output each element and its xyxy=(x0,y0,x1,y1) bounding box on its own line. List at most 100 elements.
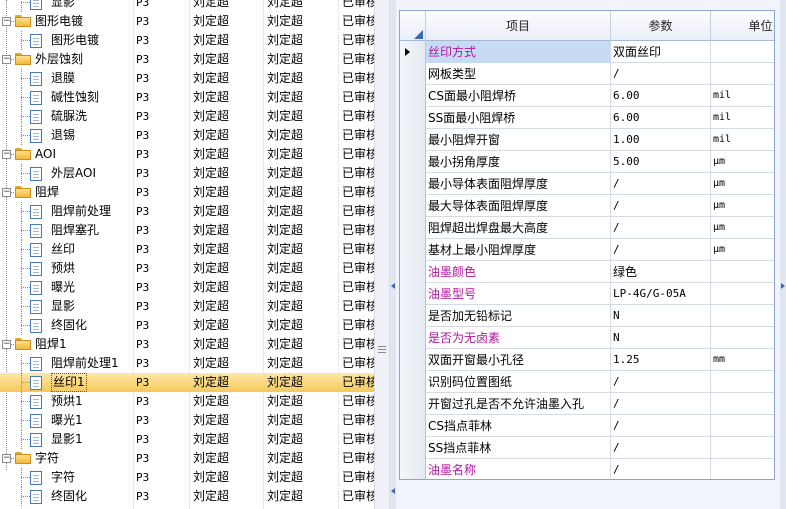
status-cell[interactable]: 已审核 xyxy=(342,107,374,126)
status-cell[interactable]: 已审核 xyxy=(342,316,374,335)
owner-cell[interactable]: 刘定超 xyxy=(193,335,261,354)
parameter-unit[interactable] xyxy=(711,327,774,349)
owner-cell[interactable]: 刘定超 xyxy=(193,392,261,411)
parameter-value[interactable]: 双面丝印 xyxy=(611,41,711,63)
process-code-cell[interactable]: P3 xyxy=(136,0,186,12)
row-indicator[interactable] xyxy=(400,63,426,85)
process-code-cell[interactable]: P3 xyxy=(136,107,186,126)
tree-node-label[interactable]: 显影1 xyxy=(51,430,83,449)
tree-leaf-row[interactable]: 丝印 P3 刘定超 刘定超 已审核 xyxy=(0,240,374,259)
parameter-value[interactable]: / xyxy=(611,239,711,261)
owner-cell[interactable]: 刘定超 xyxy=(193,373,261,392)
row-indicator[interactable] xyxy=(400,173,426,195)
parameter-value[interactable]: N xyxy=(611,305,711,327)
row-indicator[interactable] xyxy=(400,393,426,415)
tree-node-label[interactable]: 预烘 xyxy=(51,259,75,278)
tree-group-row[interactable]: − 字符 P3 刘定超 刘定超 已审核 xyxy=(0,449,374,468)
tree-node-label[interactable]: 外层蚀刻 xyxy=(35,50,83,69)
reviewer-cell[interactable]: 刘定超 xyxy=(267,183,335,202)
parameter-unit[interactable]: μm xyxy=(711,239,774,261)
status-cell[interactable]: 已审核 xyxy=(342,31,374,50)
tree-node[interactable]: 显影1 xyxy=(0,430,131,449)
reviewer-cell[interactable]: 刘定超 xyxy=(267,430,335,449)
collapse-toggle-icon[interactable]: − xyxy=(2,150,11,159)
process-code-cell[interactable]: P3 xyxy=(136,202,186,221)
parameter-row[interactable]: 油墨名称 / xyxy=(400,459,774,479)
process-code-cell[interactable]: P3 xyxy=(136,126,186,145)
tree-node[interactable]: 阻焊塞孔 xyxy=(0,221,131,240)
tree-group-row[interactable]: − 外层蚀刻 P3 刘定超 刘定超 已审核 xyxy=(0,50,374,69)
tree-node-label[interactable]: 硫脲洗 xyxy=(51,107,87,126)
tree-node-label[interactable]: AOI xyxy=(35,145,56,164)
tree-node[interactable]: 丝印1 xyxy=(0,373,131,392)
parameter-value[interactable]: / xyxy=(611,371,711,393)
tree-node[interactable]: 终固化 xyxy=(0,316,131,335)
tree-node[interactable]: 丝印 xyxy=(0,240,131,259)
status-cell[interactable]: 已审核 xyxy=(342,164,374,183)
parameter-row[interactable]: 识别码位置图纸 / xyxy=(400,371,774,393)
process-code-cell[interactable]: P3 xyxy=(136,316,186,335)
tree-node-label[interactable]: 阻焊塞孔 xyxy=(51,221,99,240)
status-cell[interactable]: 已审核 xyxy=(342,335,374,354)
tree-leaf-row[interactable]: 丝印1 P3 刘定超 刘定超 已审核 xyxy=(0,373,374,392)
row-indicator[interactable] xyxy=(400,85,426,107)
tree-leaf-row[interactable]: 阻焊塞孔 P3 刘定超 刘定超 已审核 xyxy=(0,221,374,240)
tree-node-label[interactable]: 显影 xyxy=(51,0,75,12)
status-cell[interactable]: 已审核 xyxy=(342,468,374,487)
parameter-row[interactable]: 是否加无铅标记 N xyxy=(400,305,774,327)
tree-leaf-row[interactable]: 终固化 P3 刘定超 刘定超 已审核 xyxy=(0,487,374,506)
parameter-value[interactable]: / xyxy=(611,393,711,415)
tree-node[interactable]: − 阻焊 xyxy=(0,183,131,202)
parameter-unit[interactable] xyxy=(711,393,774,415)
tree-leaf-row[interactable]: 阻焊前处理 P3 刘定超 刘定超 已审核 xyxy=(0,202,374,221)
collapse-toggle-icon[interactable]: − xyxy=(2,17,11,26)
parameter-value[interactable]: 1.00 xyxy=(611,129,711,151)
reviewer-cell[interactable]: 刘定超 xyxy=(267,316,335,335)
status-cell[interactable]: 已审核 xyxy=(342,183,374,202)
tree-node[interactable]: 阻焊前处理 xyxy=(0,202,131,221)
owner-cell[interactable]: 刘定超 xyxy=(193,240,261,259)
tree-node-label[interactable]: 丝印1 xyxy=(51,373,87,392)
tree-node-label[interactable]: 退锡 xyxy=(51,126,75,145)
tree-node-label[interactable]: 阻焊前处理1 xyxy=(51,354,119,373)
parameter-row[interactable]: 基材上最小阻焊厚度 / μm xyxy=(400,239,774,261)
owner-cell[interactable]: 刘定超 xyxy=(193,430,261,449)
parameter-unit[interactable] xyxy=(711,261,774,283)
tree-leaf-row[interactable]: 硫脲洗 P3 刘定超 刘定超 已审核 xyxy=(0,107,374,126)
process-code-cell[interactable]: P3 xyxy=(136,278,186,297)
reviewer-cell[interactable]: 刘定超 xyxy=(267,449,335,468)
status-cell[interactable]: 已审核 xyxy=(342,487,374,506)
parameter-unit[interactable] xyxy=(711,459,774,479)
reviewer-cell[interactable]: 刘定超 xyxy=(267,50,335,69)
status-cell[interactable]: 已审核 xyxy=(342,126,374,145)
parameter-value[interactable]: 绿色 xyxy=(611,261,711,283)
row-indicator[interactable] xyxy=(400,459,426,479)
status-cell[interactable]: 已审核 xyxy=(342,202,374,221)
row-indicator[interactable] xyxy=(400,107,426,129)
parameter-grid[interactable]: 项目 参数 单位 丝印方式 双面丝印 网板类型 / CS面最小阻焊桥 6.00 mil SS面… xyxy=(399,10,775,480)
reviewer-cell[interactable]: 刘定超 xyxy=(267,354,335,373)
status-cell[interactable]: 已审核 xyxy=(342,297,374,316)
reviewer-cell[interactable]: 刘定超 xyxy=(267,468,335,487)
tree-node-label[interactable]: 曝光 xyxy=(51,278,75,297)
owner-cell[interactable]: 刘定超 xyxy=(193,449,261,468)
parameter-row[interactable]: 开窗过孔是否不允许油墨入孔 / xyxy=(400,393,774,415)
parameter-unit[interactable]: μm xyxy=(711,217,774,239)
parameter-value[interactable]: / xyxy=(611,63,711,85)
parameter-unit[interactable] xyxy=(711,41,774,63)
tree-leaf-row[interactable]: 显影1 P3 刘定超 刘定超 已审核 xyxy=(0,430,374,449)
parameter-row[interactable]: 最小导体表面阻焊厚度 / μm xyxy=(400,173,774,195)
parameter-value[interactable]: 6.00 xyxy=(611,107,711,129)
reviewer-cell[interactable]: 刘定超 xyxy=(267,373,335,392)
row-indicator[interactable] xyxy=(400,195,426,217)
process-code-cell[interactable]: P3 xyxy=(136,31,186,50)
collapse-toggle-icon[interactable]: − xyxy=(2,55,11,64)
tree-leaf-row[interactable]: 曝光1 P3 刘定超 刘定超 已审核 xyxy=(0,411,374,430)
reviewer-cell[interactable]: 刘定超 xyxy=(267,202,335,221)
tree-node[interactable]: 预烘1 xyxy=(0,392,131,411)
owner-cell[interactable]: 刘定超 xyxy=(193,202,261,221)
row-indicator[interactable] xyxy=(400,415,426,437)
tree-node[interactable]: 预烘 xyxy=(0,259,131,278)
parameter-unit[interactable]: mil xyxy=(711,129,774,151)
collapse-toggle-icon[interactable]: − xyxy=(2,188,11,197)
